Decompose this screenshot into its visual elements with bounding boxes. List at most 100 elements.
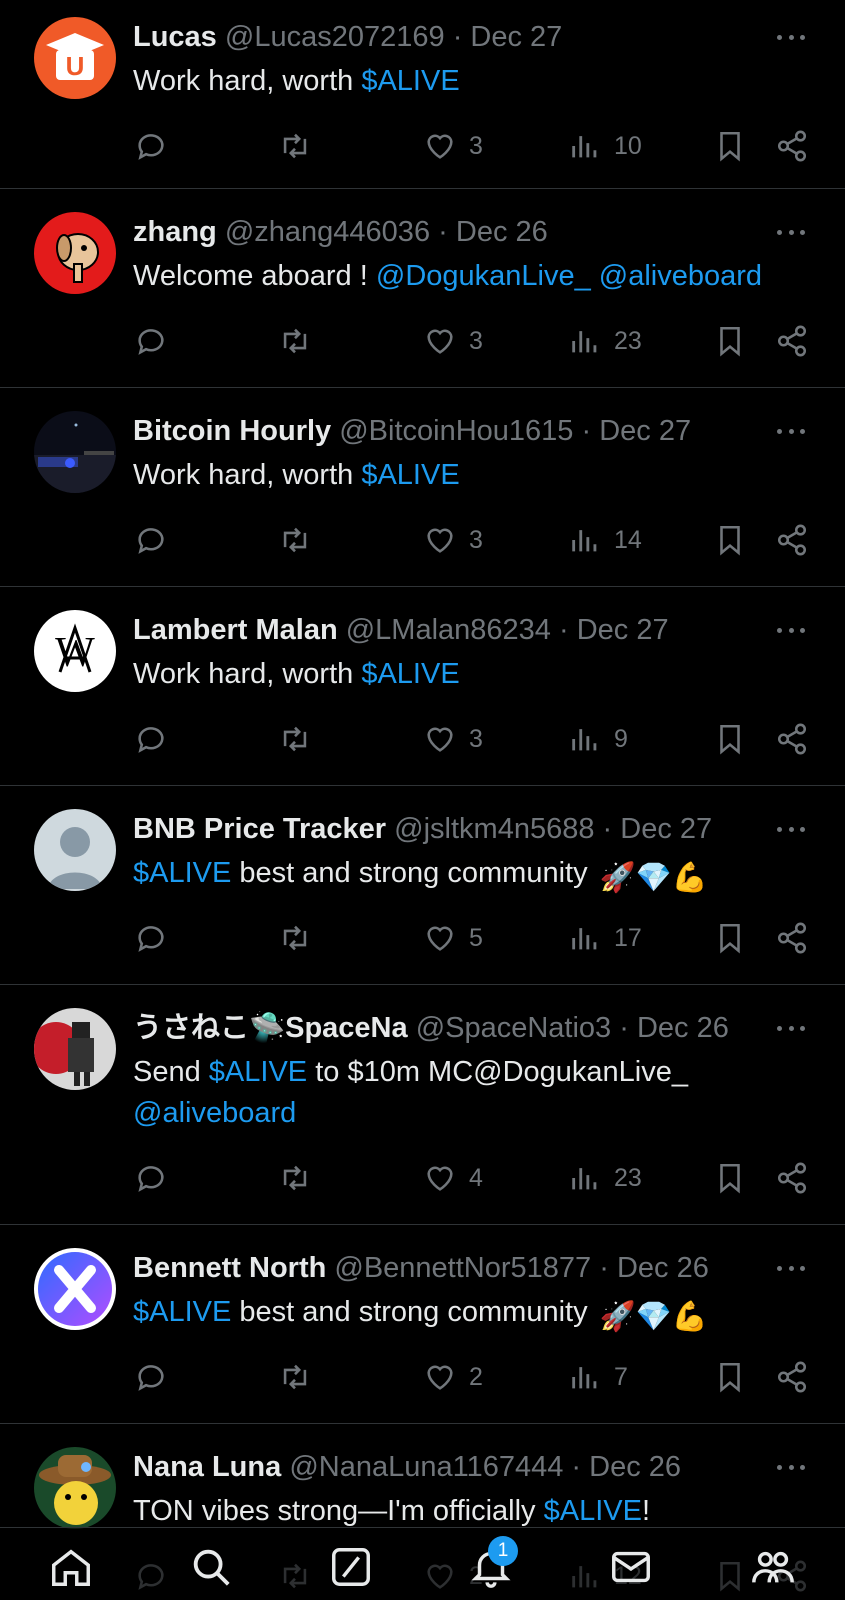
share-button[interactable] [775,1355,809,1399]
nav-home[interactable] [46,1542,96,1592]
like-button[interactable]: 3 [423,319,483,363]
more-options-icon[interactable] [771,1013,811,1043]
reply-button[interactable] [134,1156,168,1200]
share-button[interactable] [775,124,809,168]
views-button[interactable]: 17 [568,916,642,960]
reply-button[interactable] [134,319,168,363]
tweet-date[interactable]: Dec 27 [470,21,562,53]
author-handle[interactable]: @BitcoinHou1615 [339,415,573,447]
views-button[interactable]: 9 [568,717,628,761]
avatar[interactable]: U [34,17,116,99]
reply-button[interactable] [134,717,168,761]
retweet-button[interactable] [278,319,312,363]
tweet[interactable]: Bennett North @BennettNor51877 · Dec 26 … [0,1225,845,1424]
bookmark-button[interactable] [713,916,747,960]
cashtag-link[interactable]: $ALIVE [544,1495,642,1527]
cashtag-link[interactable]: $ALIVE [209,1056,307,1088]
retweet-button[interactable] [278,518,312,562]
author-handle[interactable]: @NanaLuna1167444 [289,1451,563,1483]
tweet[interactable]: BNB Price Tracker @jsltkm4n5688 · Dec 27… [0,786,845,985]
more-options-icon[interactable] [771,814,811,844]
more-options-icon[interactable] [771,1253,811,1283]
author-handle[interactable]: @zhang446036 [225,216,430,248]
mention-link[interactable]: @aliveboard [133,1097,296,1129]
author-name[interactable]: うさねこ🛸SpaceNa [133,1012,408,1044]
tweet[interactable]: U Lucas @Lucas2072169 · Dec 27 Work hard… [0,0,845,189]
tweet-date[interactable]: Dec 26 [589,1451,681,1483]
tweet-date[interactable]: Dec 26 [617,1252,709,1284]
author-name[interactable]: Nana Luna [133,1451,281,1483]
like-button[interactable]: 4 [423,1156,483,1200]
author-name[interactable]: Bennett North [133,1252,326,1284]
reply-button[interactable] [134,916,168,960]
avatar[interactable] [34,1008,116,1090]
bookmark-button[interactable] [713,319,747,363]
retweet-button[interactable] [278,1156,312,1200]
nav-communities[interactable] [748,1542,798,1592]
author-name[interactable]: Lambert Malan [133,614,338,646]
retweet-button[interactable] [278,1355,312,1399]
author-name[interactable]: Bitcoin Hourly [133,415,331,447]
more-options-icon[interactable] [771,217,811,247]
more-options-icon[interactable] [771,1452,811,1482]
avatar[interactable] [34,212,116,294]
like-button[interactable]: 3 [423,518,483,562]
nav-notifications[interactable]: 1 [466,1536,518,1592]
share-button[interactable] [775,1156,809,1200]
bookmark-button[interactable] [713,1355,747,1399]
bookmark-button[interactable] [713,518,747,562]
author-handle[interactable]: @jsltkm4n5688 [394,813,594,845]
tweet[interactable]: zhang @zhang446036 · Dec 26 Welcome aboa… [0,189,845,388]
cashtag-link[interactable]: $ALIVE [361,65,459,97]
avatar[interactable] [34,809,116,891]
share-button[interactable] [775,518,809,562]
tweet[interactable]: Bitcoin Hourly @BitcoinHou1615 · Dec 27 … [0,388,845,587]
author-handle[interactable]: @Lucas2072169 [225,21,445,53]
retweet-button[interactable] [278,916,312,960]
views-button[interactable]: 10 [568,124,642,168]
author-name[interactable]: zhang [133,216,217,248]
tweet-date[interactable]: Dec 26 [456,216,548,248]
reply-button[interactable] [134,1355,168,1399]
author-handle[interactable]: @SpaceNatio3 [416,1012,612,1044]
mention-link[interactable]: @aliveboard [599,260,762,292]
tweet[interactable]: うさねこ🛸SpaceNa @SpaceNatio3 · Dec 26 Send … [0,985,845,1225]
retweet-button[interactable] [278,717,312,761]
like-button[interactable]: 2 [423,1355,483,1399]
views-button[interactable]: 23 [568,319,642,363]
retweet-button[interactable] [278,124,312,168]
cashtag-link[interactable]: $ALIVE [133,1296,231,1328]
reply-button[interactable] [134,124,168,168]
nav-messages[interactable] [606,1542,656,1592]
share-button[interactable] [775,717,809,761]
views-button[interactable]: 14 [568,518,642,562]
tweet-date[interactable]: Dec 26 [637,1012,729,1044]
bookmark-button[interactable] [713,124,747,168]
cashtag-link[interactable]: $ALIVE [133,857,231,889]
more-options-icon[interactable] [771,22,811,52]
nav-search[interactable] [186,1542,236,1592]
more-options-icon[interactable] [771,416,811,446]
author-handle[interactable]: @BennettNor51877 [334,1252,591,1284]
share-button[interactable] [775,916,809,960]
tweet-date[interactable]: Dec 27 [577,614,669,646]
views-button[interactable]: 7 [568,1355,628,1399]
tweet-date[interactable]: Dec 27 [620,813,712,845]
reply-button[interactable] [134,518,168,562]
tweet-date[interactable]: Dec 27 [599,415,691,447]
author-name[interactable]: Lucas [133,21,217,53]
avatar[interactable] [34,1447,116,1529]
avatar[interactable]: W [34,610,116,692]
mention-link[interactable]: @DogukanLive_ [376,260,591,292]
avatar[interactable] [34,411,116,493]
tweet[interactable]: W Lambert Malan @LMalan86234 · Dec 27 Wo… [0,587,845,786]
share-button[interactable] [775,319,809,363]
avatar[interactable] [34,1248,116,1330]
like-button[interactable]: 3 [423,124,483,168]
nav-grok[interactable] [326,1542,376,1592]
cashtag-link[interactable]: $ALIVE [361,459,459,491]
like-button[interactable]: 5 [423,916,483,960]
cashtag-link[interactable]: $ALIVE [361,658,459,690]
author-name[interactable]: BNB Price Tracker [133,813,386,845]
author-handle[interactable]: @LMalan86234 [346,614,551,646]
